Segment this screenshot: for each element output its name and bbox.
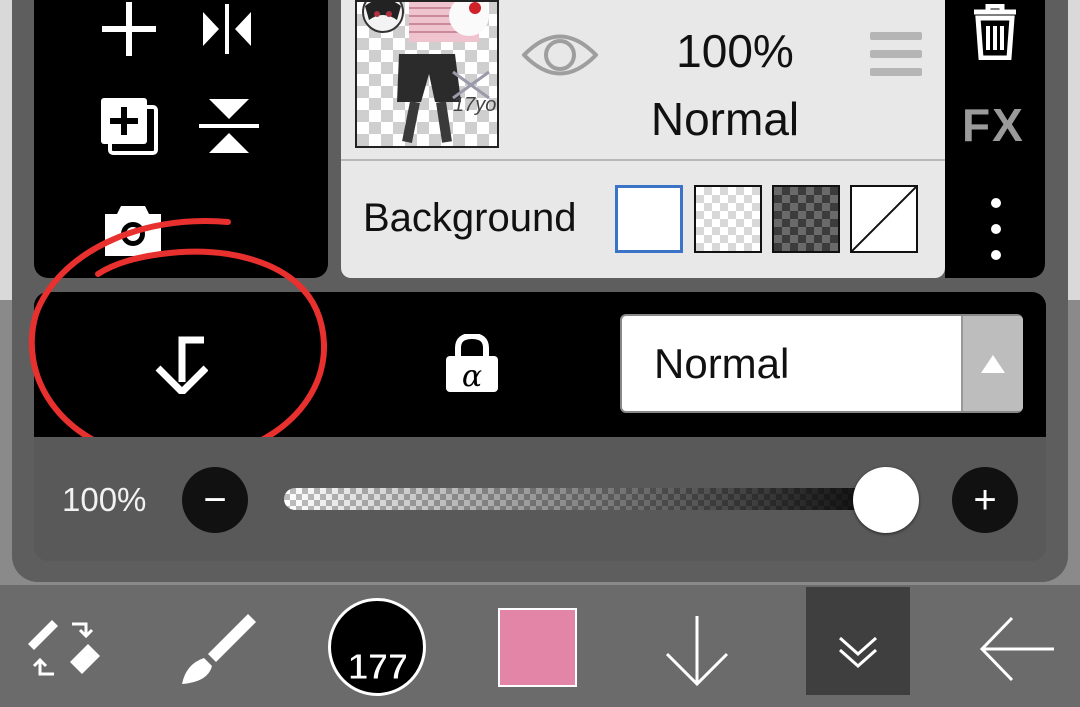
triangle-up-icon	[981, 354, 1005, 373]
current-color-swatch[interactable]	[498, 608, 577, 687]
fx-button[interactable]: FX	[962, 98, 1025, 152]
background-transparent-light-option[interactable]	[694, 185, 762, 253]
trash-icon[interactable]	[970, 4, 1020, 60]
thumbnail-text: 17yo	[453, 94, 497, 116]
brush-eraser-swap-icon[interactable]	[24, 612, 102, 684]
opacity-slider-track[interactable]	[284, 488, 908, 510]
opacity-percent-label: 100%	[62, 481, 147, 518]
flip-vertical-icon[interactable]	[194, 96, 264, 156]
blend-mode-select-value: Normal	[654, 340, 790, 387]
eye-visibility-icon[interactable]	[522, 28, 598, 82]
flip-horizontal-icon[interactable]	[194, 0, 264, 60]
card-divider	[341, 159, 945, 161]
opacity-slider-knob[interactable]	[853, 467, 919, 533]
opacity-decrease-button[interactable]: −	[182, 467, 248, 533]
brush-size-value: 177	[347, 646, 409, 688]
back-arrow-icon[interactable]	[978, 614, 1056, 684]
background-white-option[interactable]	[615, 185, 683, 253]
alpha-lock-icon[interactable]: α	[444, 334, 500, 394]
background-none-option[interactable]	[850, 185, 918, 253]
background-label: Background	[363, 196, 577, 240]
more-options-icon[interactable]	[989, 196, 1003, 262]
down-arrow-icon[interactable]	[664, 614, 730, 688]
drag-handle-icon[interactable]	[870, 32, 922, 78]
add-layer-icon[interactable]	[94, 0, 164, 60]
collapse-panel-icon[interactable]	[838, 634, 878, 670]
svg-text:α: α	[462, 359, 482, 394]
background-transparent-dark-option[interactable]	[772, 185, 840, 253]
brush-icon[interactable]	[178, 610, 258, 686]
layer-opacity-value: 100%	[676, 25, 794, 77]
layer-thumbnail[interactable]: 17yo	[355, 0, 499, 148]
duplicate-layer-icon[interactable]	[94, 96, 164, 156]
opacity-increase-button[interactable]: +	[952, 467, 1018, 533]
blend-mode-dropdown-arrow[interactable]	[961, 316, 1023, 411]
layer-blend-mode: Normal	[650, 93, 800, 145]
